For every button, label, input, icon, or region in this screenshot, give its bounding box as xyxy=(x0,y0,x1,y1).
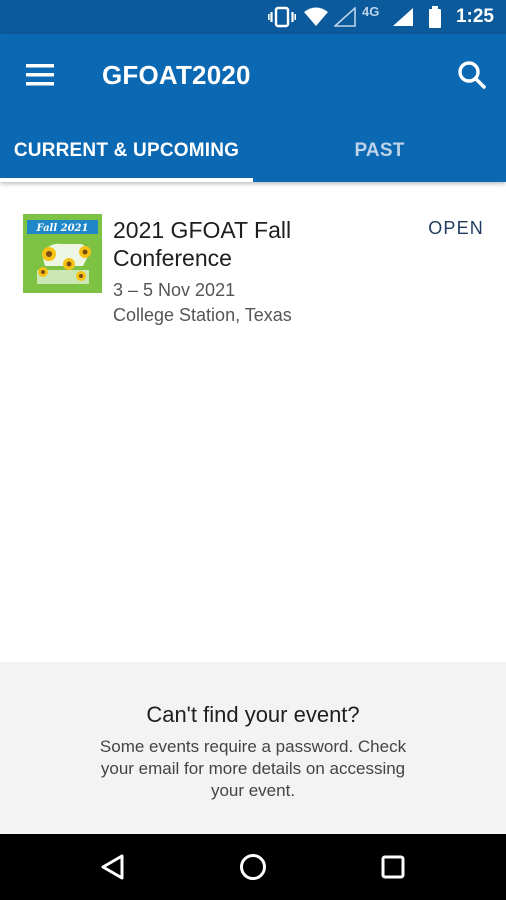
recents-button[interactable] xyxy=(373,847,413,887)
event-title: 2021 GFOAT Fall Conference xyxy=(113,217,292,271)
cell-signal-icon xyxy=(392,0,414,34)
svg-text:Fall 2021: Fall 2021 xyxy=(36,223,89,234)
recents-icon xyxy=(373,855,413,891)
search-icon xyxy=(452,61,492,100)
event-dates: 3 – 5 Nov 2021 xyxy=(113,280,236,300)
signal-empty-icon xyxy=(334,0,356,34)
event-list-item[interactable]: Fall 2021 2021 GFOAT Fall Conference 3 –… xyxy=(0,182,506,332)
search-button[interactable] xyxy=(452,56,492,96)
event-thumbnail: Fall 2021 xyxy=(23,214,102,293)
event-status-badge: OPEN xyxy=(428,218,484,238)
status-time: 1:25 xyxy=(455,6,494,27)
help-text: Some events require a password. Check yo… xyxy=(99,737,407,800)
menu-button[interactable] xyxy=(20,58,60,92)
help-title: Can't find your event? xyxy=(146,702,360,727)
navigation-bar xyxy=(0,834,506,900)
status-bar: 4G 1:25 xyxy=(0,0,506,34)
home-icon xyxy=(233,854,273,891)
tab-past[interactable]: PAST xyxy=(253,120,506,182)
vibrate-icon xyxy=(268,0,296,34)
page-title: GFOAT2020 xyxy=(102,60,251,90)
battery-icon xyxy=(428,0,442,34)
app-bar: GFOAT2020 CURRENT & UPCOMING PAST xyxy=(0,34,506,182)
event-location: College Station, Texas xyxy=(113,305,292,325)
wifi-icon xyxy=(303,0,329,34)
network-label: 4G xyxy=(362,3,380,19)
hamburger-menu-icon xyxy=(20,64,60,96)
tab-current-upcoming[interactable]: CURRENT & UPCOMING xyxy=(0,120,253,182)
home-button[interactable] xyxy=(233,847,273,887)
back-button[interactable] xyxy=(93,847,133,887)
back-icon xyxy=(93,854,133,891)
help-panel: Can't find your event? Some events requi… xyxy=(0,662,506,834)
